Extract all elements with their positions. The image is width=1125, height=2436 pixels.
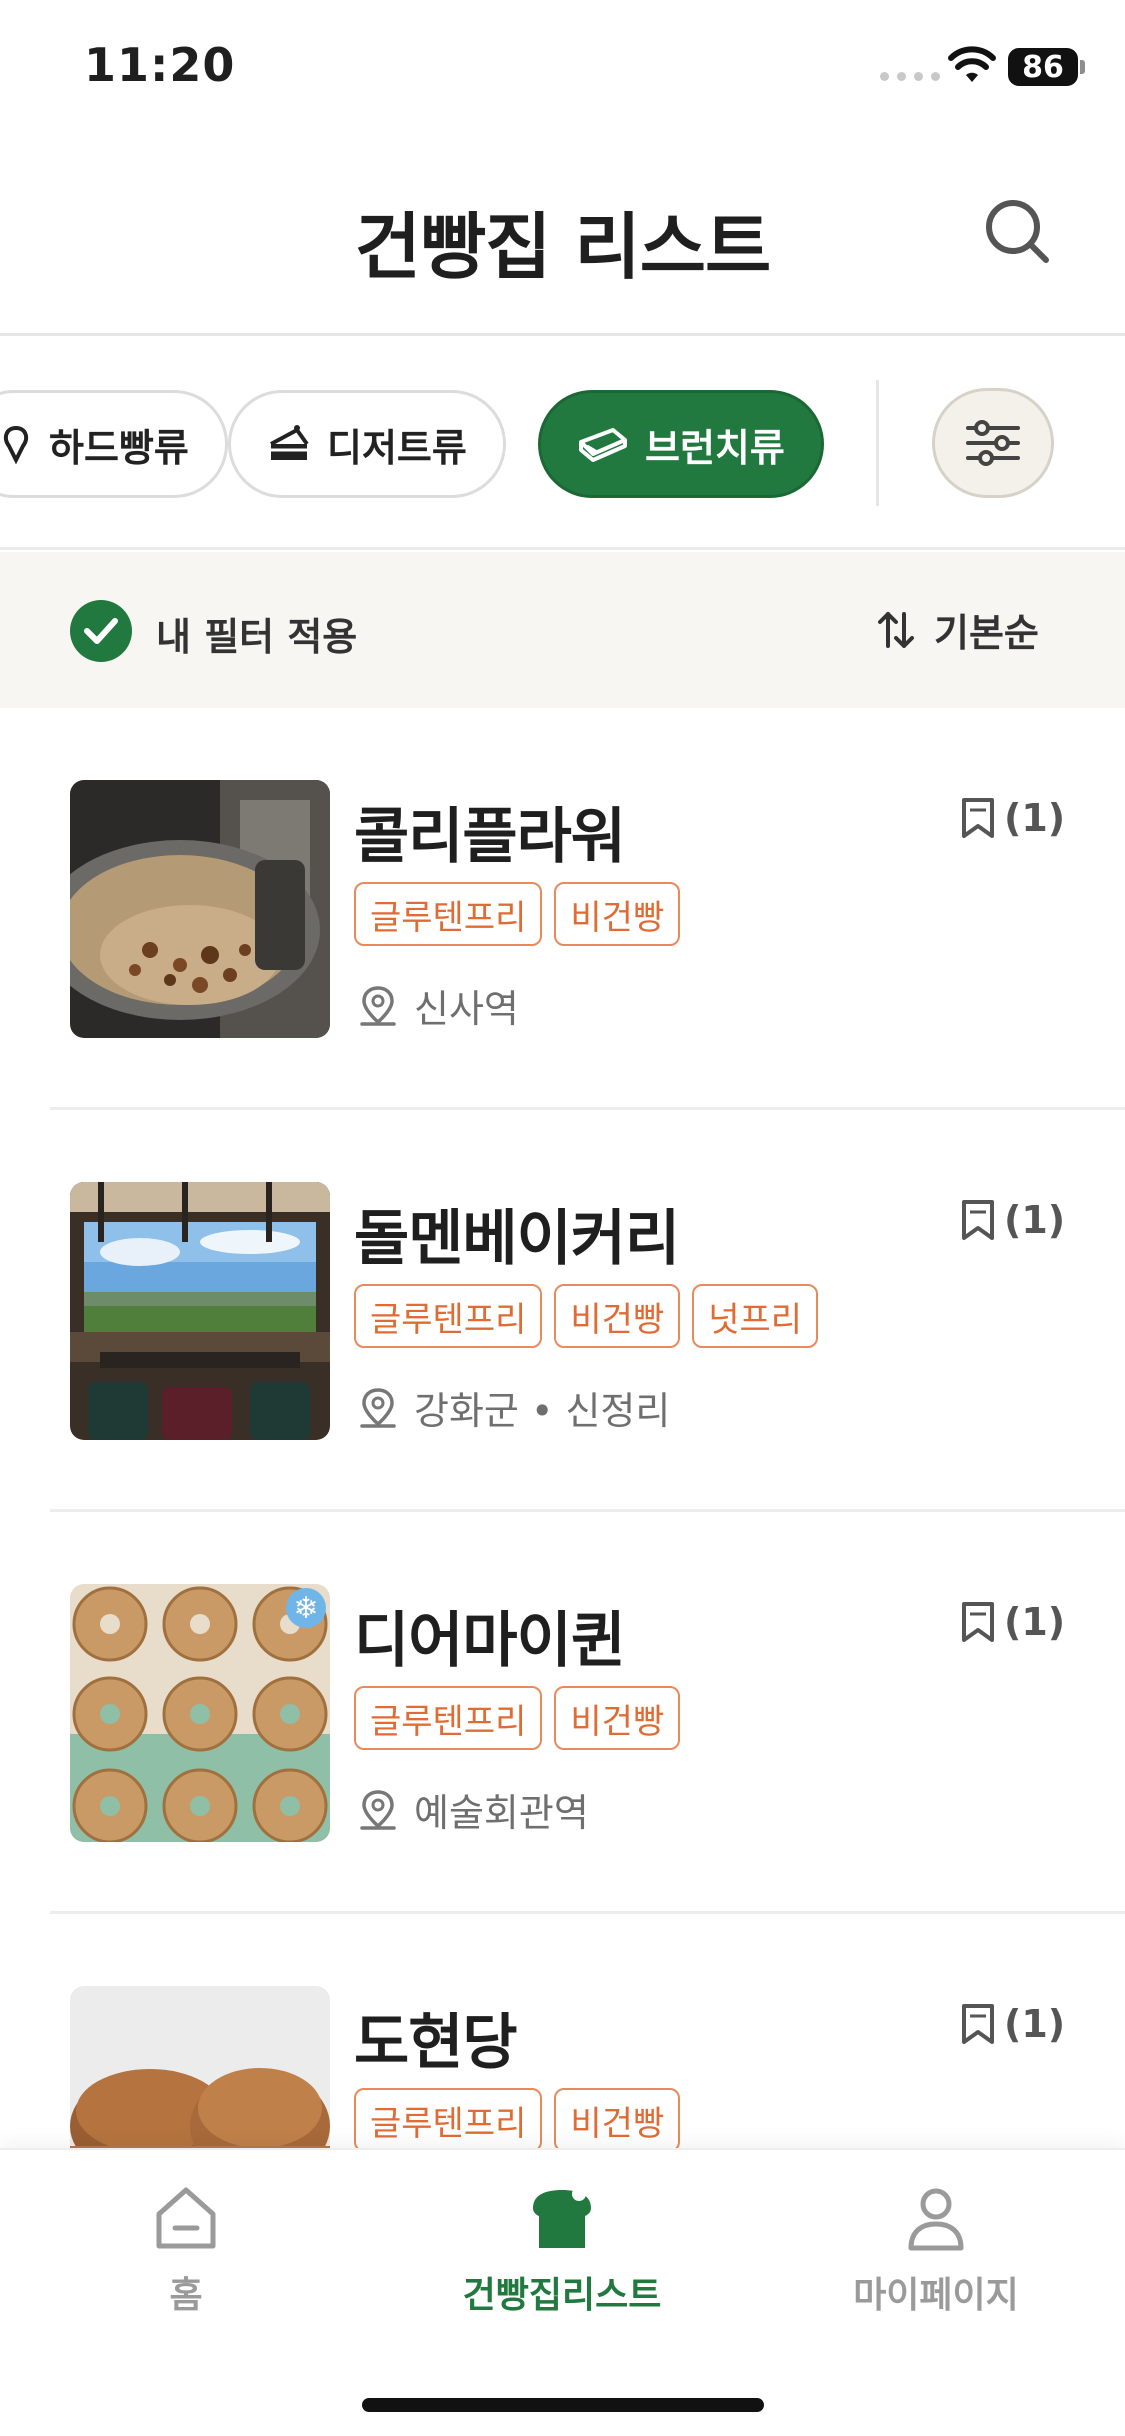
chip-label: 브런치류 — [645, 425, 785, 470]
status-time: 11:20 — [84, 38, 236, 92]
bakery-list-item[interactable]: 돌멘베이커리 (1) 글루텐프리 비건빵 넛프리 강화군 • 신정리 — [0, 1110, 1125, 1512]
battery-icon: 86 — [1008, 48, 1078, 86]
my-filter-label: 내 필터 적용 — [156, 615, 358, 659]
tag: 넛프리 — [692, 1284, 819, 1348]
nav-my-page[interactable]: 마이페이지 — [786, 2184, 1086, 2318]
bookmark-count: (1) — [1004, 1198, 1066, 1242]
tag: 글루텐프리 — [354, 1284, 543, 1348]
tag-list: 글루텐프리 비건빵 넛프리 — [354, 1284, 819, 1348]
filter-settings-button[interactable] — [932, 388, 1054, 498]
home-icon — [156, 2187, 216, 2249]
chip-label: 디저트류 — [327, 425, 467, 470]
tag: 글루텐프리 — [354, 1686, 543, 1750]
my-filter-checkbox[interactable] — [70, 600, 132, 662]
sort-label: 기본순 — [934, 611, 1039, 655]
nav-home[interactable]: 홈 — [36, 2184, 336, 2318]
chip-label: 하드빵류 — [49, 425, 189, 470]
map-pin-icon — [360, 985, 396, 1026]
bakery-list: 콜리플라워 (1) 글루텐프리 비건빵 신사역 돌멘베이커리 (1) 글루텐프리… — [0, 708, 1125, 2316]
cake-icon — [270, 425, 309, 460]
nav-label: 건빵집리스트 — [462, 2275, 662, 2316]
location: 예술회관역 — [358, 1782, 589, 1837]
bakery-name: 디어마이퀸 — [354, 1606, 626, 1676]
tag: 비건빵 — [554, 1686, 681, 1750]
chip-hard-bread[interactable]: 하드빵류 — [0, 390, 228, 498]
bookmark-button[interactable]: (1) — [958, 1198, 1065, 1242]
bakery-list-item[interactable]: ❄ 디어마이퀸 (1) 글루텐프리 비건빵 예술회관역 — [0, 1512, 1125, 1914]
tag: 비건빵 — [554, 2088, 681, 2152]
bookmark-button[interactable]: (1) — [958, 2002, 1065, 2046]
tag: 글루텐프리 — [354, 882, 543, 946]
tag: 비건빵 — [554, 1284, 681, 1348]
bookmark-icon — [962, 2004, 994, 2044]
sort-arrows-icon — [878, 611, 914, 648]
bookmark-count: (1) — [1004, 796, 1066, 840]
bakery-name: 돌멘베이커리 — [354, 1204, 680, 1274]
bakery-name: 도현당 — [354, 2008, 518, 2078]
filter-row: 내 필터 적용 기본순 — [0, 552, 1125, 708]
bakery-name: 콜리플라워 — [354, 802, 626, 872]
chip-divider — [876, 380, 879, 506]
map-pin-icon — [360, 1789, 396, 1830]
sandwich-icon — [579, 428, 627, 462]
page-title: 건빵집 리스트 — [354, 205, 772, 289]
location-text: 예술회관역 — [414, 1791, 589, 1835]
bottom-nav: 홈 건빵집리스트 마이페이지 — [0, 2148, 1125, 2436]
tag: 글루텐프리 — [354, 2088, 543, 2152]
tag: 비건빵 — [554, 882, 681, 946]
frozen-snowflake-icon: ❄ — [286, 1588, 326, 1628]
map-pin-icon — [360, 1387, 396, 1428]
wifi-icon — [948, 46, 996, 82]
tag-list: 글루텐프리 비건빵 — [354, 2088, 681, 2152]
bread-icon — [533, 2187, 591, 2248]
nav-label: 홈 — [169, 2275, 203, 2316]
bakery-photo — [70, 780, 330, 1038]
person-icon — [908, 2188, 964, 2251]
sliders-icon — [966, 420, 1020, 466]
location-text: 강화군 • 신정리 — [414, 1389, 671, 1433]
tag-list: 글루텐프리 비건빵 — [354, 882, 681, 946]
bakery-photo — [70, 1182, 330, 1440]
bookmark-icon — [962, 798, 994, 838]
location: 강화군 • 신정리 — [358, 1380, 670, 1435]
bakery-list-item[interactable]: 콜리플라워 (1) 글루텐프리 비건빵 신사역 — [0, 708, 1125, 1110]
nav-label: 마이페이지 — [853, 2275, 1019, 2316]
status-bar: 11:20 86 — [0, 0, 1125, 140]
bakery-photo: ❄ — [70, 1584, 330, 1842]
bookmark-count: (1) — [1004, 2002, 1066, 2046]
sort-button[interactable]: 기본순 — [876, 602, 1039, 657]
category-chips: 하드빵류 디저트류 브런치류 — [0, 338, 1125, 550]
bookmark-button[interactable]: (1) — [958, 1600, 1065, 1644]
search-icon[interactable] — [982, 196, 1052, 266]
hard-bread-icon — [3, 425, 29, 464]
chip-brunch[interactable]: 브런치류 — [538, 390, 824, 498]
location-text: 신사역 — [414, 987, 519, 1031]
bookmark-icon — [962, 1200, 994, 1240]
cellular-signal-icon — [880, 72, 940, 81]
bookmark-count: (1) — [1004, 1600, 1066, 1644]
bookmark-icon — [962, 1602, 994, 1642]
header: 건빵집 리스트 — [0, 140, 1125, 336]
location: 신사역 — [358, 978, 519, 1033]
battery-tip — [1080, 60, 1085, 74]
nav-bakery-list[interactable]: 건빵집리스트 — [412, 2184, 712, 2318]
tag-list: 글루텐프리 비건빵 — [354, 1686, 681, 1750]
home-indicator[interactable] — [362, 2398, 764, 2412]
check-icon — [84, 618, 118, 644]
chip-dessert[interactable]: 디저트류 — [228, 390, 506, 498]
bookmark-button[interactable]: (1) — [958, 796, 1065, 840]
